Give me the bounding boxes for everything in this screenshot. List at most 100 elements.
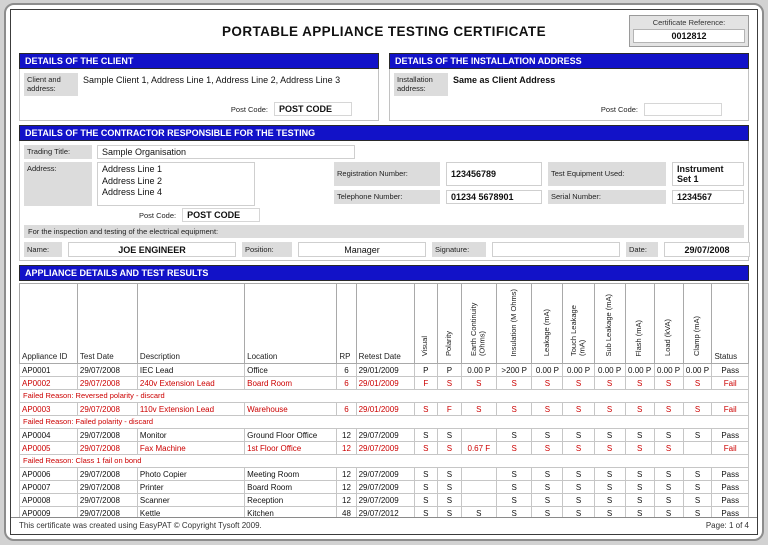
table-cell: S xyxy=(594,481,625,494)
table-cell: 29/07/2008 xyxy=(77,403,137,416)
client-section: DETAILS OF THE CLIENT Client and address… xyxy=(19,53,379,121)
table-cell: Board Room xyxy=(245,481,337,494)
table-cell: 0.67 F xyxy=(461,442,496,455)
table-cell xyxy=(683,442,712,455)
failed-reason-row: Failed Reason: Reversed polarity - disca… xyxy=(20,390,749,403)
table-cell: S xyxy=(683,403,712,416)
table-cell: S xyxy=(625,442,654,455)
failed-reason-row: Failed Reason: Class 1 fail on bond xyxy=(20,455,749,468)
table-cell: Board Room xyxy=(245,377,337,390)
table-cell: 0.00 P xyxy=(654,364,683,377)
table-cell: S xyxy=(414,468,438,481)
signature-field xyxy=(492,242,620,257)
table-cell: S xyxy=(532,377,563,390)
table-cell: 29/07/2009 xyxy=(356,442,414,455)
table-cell: S xyxy=(563,494,594,507)
table-cell: S xyxy=(414,429,438,442)
table-cell: AP0002 xyxy=(20,377,78,390)
table-row: AP000429/07/2008MonitorGround Floor Offi… xyxy=(20,429,749,442)
table-cell: S xyxy=(594,403,625,416)
table-cell: 29/07/2008 xyxy=(77,494,137,507)
table-cell: Pass xyxy=(712,494,749,507)
table-cell xyxy=(461,494,496,507)
table-cell: S xyxy=(654,403,683,416)
table-cell: S xyxy=(414,494,438,507)
table-cell: S xyxy=(414,403,438,416)
contractor-details-block: Registration Number: 123456789 Test Equi… xyxy=(324,162,744,222)
certificate-header: PORTABLE APPLIANCE TESTING CERTIFICATE C… xyxy=(11,10,757,50)
table-cell: 29/01/2009 xyxy=(356,364,414,377)
table-cell: Printer xyxy=(137,481,244,494)
table-cell: S xyxy=(563,507,594,517)
table-cell: S xyxy=(438,481,462,494)
table-cell: S xyxy=(497,481,532,494)
certificate-reference-box: Certificate Reference: 0012812 xyxy=(629,15,749,47)
table-cell: 12 xyxy=(337,494,356,507)
table-cell xyxy=(461,429,496,442)
table-cell: Office xyxy=(245,364,337,377)
table-cell: Fail xyxy=(712,442,749,455)
table-cell: Warehouse xyxy=(245,403,337,416)
engineer-row: Name: JOE ENGINEER Position: Manager Sig… xyxy=(24,242,744,257)
column-header: Retest Date xyxy=(356,284,414,364)
table-cell: 6 xyxy=(337,377,356,390)
table-cell: S xyxy=(683,494,712,507)
serial-number-label: Serial Number: xyxy=(548,190,666,204)
table-cell: F xyxy=(438,403,462,416)
table-cell: S xyxy=(461,377,496,390)
column-header: Earth Continuity (Ohms) xyxy=(461,284,496,364)
table-cell: Ground Floor Office xyxy=(245,429,337,442)
table-cell: 29/07/2009 xyxy=(356,468,414,481)
results-table: Appliance IDTest DateDescriptionLocation… xyxy=(19,283,749,517)
table-row: AP000729/07/2008PrinterBoard Room1229/07… xyxy=(20,481,749,494)
table-row: AP000529/07/2008Fax Machine1st Floor Off… xyxy=(20,442,749,455)
table-cell: 0.00 P xyxy=(461,364,496,377)
contractor-section-body: Trading Title: Sample Organisation Addre… xyxy=(19,141,749,261)
table-cell: S xyxy=(438,494,462,507)
table-cell: S xyxy=(497,377,532,390)
contractor-address-value: Address Line 1 Address Line 2 Address Li… xyxy=(97,162,255,206)
table-cell: S xyxy=(594,442,625,455)
table-cell: S xyxy=(654,377,683,390)
footer: This certificate was created using EasyP… xyxy=(11,517,757,534)
contractor-section: DETAILS OF THE CONTRACTOR RESPONSIBLE FO… xyxy=(11,123,757,263)
column-header: Test Date xyxy=(77,284,137,364)
table-cell: S xyxy=(438,377,462,390)
table-cell: P xyxy=(414,364,438,377)
table-cell xyxy=(461,481,496,494)
table-cell: 12 xyxy=(337,429,356,442)
table-cell: Kitchen xyxy=(245,507,337,517)
table-row: AP000929/07/2008KettleKitchen4829/07/201… xyxy=(20,507,749,517)
table-cell: AP0007 xyxy=(20,481,78,494)
table-cell: F xyxy=(414,377,438,390)
table-cell: S xyxy=(625,481,654,494)
results-section-header: APPLIANCE DETAILS AND TEST RESULTS xyxy=(19,265,749,281)
table-cell: S xyxy=(594,507,625,517)
position-value: Manager xyxy=(298,242,426,257)
table-cell: S xyxy=(625,494,654,507)
table-cell: S xyxy=(438,507,462,517)
table-cell: 240v Extension Lead xyxy=(137,377,244,390)
installation-address-label: Installation address: xyxy=(394,73,448,96)
client-post-code-value: POST CODE xyxy=(274,102,352,116)
table-cell: S xyxy=(683,377,712,390)
table-cell: S xyxy=(654,442,683,455)
table-cell: Fail xyxy=(712,377,749,390)
date-label: Date: xyxy=(626,242,658,257)
registration-number-value: 123456789 xyxy=(446,162,542,186)
table-row: AP000329/07/2008110v Extension LeadWareh… xyxy=(20,403,749,416)
table-row: AP000629/07/2008Photo CopierMeeting Room… xyxy=(20,468,749,481)
table-cell: 48 xyxy=(337,507,356,517)
table-cell: S xyxy=(497,507,532,517)
table-cell: Kettle xyxy=(137,507,244,517)
name-value: JOE ENGINEER xyxy=(68,242,236,257)
installation-section-header: DETAILS OF THE INSTALLATION ADDRESS xyxy=(389,53,749,69)
table-cell: S xyxy=(438,442,462,455)
client-installation-row: DETAILS OF THE CLIENT Client and address… xyxy=(11,50,757,123)
column-header: Appliance ID xyxy=(20,284,78,364)
name-label: Name: xyxy=(24,242,62,257)
results-section: APPLIANCE DETAILS AND TEST RESULTS Appli… xyxy=(11,263,757,517)
table-cell: 1st Floor Office xyxy=(245,442,337,455)
trading-title-label: Trading Title: xyxy=(24,145,92,159)
table-cell: Pass xyxy=(712,364,749,377)
